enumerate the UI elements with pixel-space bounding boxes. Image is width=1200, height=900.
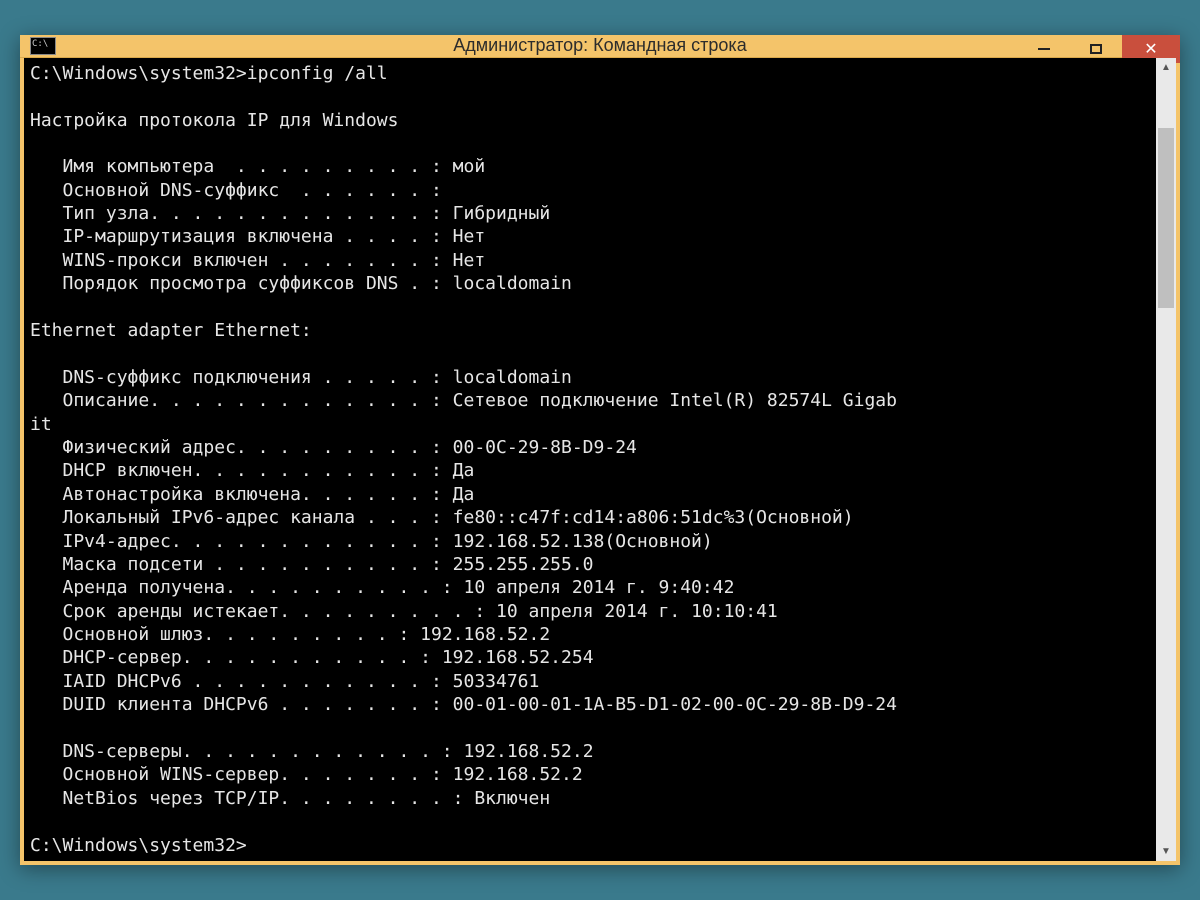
field-label: DNS-серверы. . . . . . . . . . . . : [30,741,463,762]
field-label: Маска подсети . . . . . . . . . . : [30,554,453,575]
field-value: Нет [453,250,486,271]
field-value: it [30,414,52,435]
terminal-output[interactable]: C:\Windows\system32>ipconfig /all Настро… [24,58,1156,861]
field-value: 192.168.52.2 [463,741,593,762]
field-label: DHCP-сервер. . . . . . . . . . . : [30,647,442,668]
field-label: Основной DNS-суффикс . . . . . . : [30,180,453,201]
field-label: WINS-прокси включен . . . . . . . : [30,250,453,271]
field-value: 10 апреля 2014 г. 10:10:41 [496,601,778,622]
field-label: Локальный IPv6-адрес канала . . . : [30,507,453,528]
field-value: Да [453,484,475,505]
field-label: Описание. . . . . . . . . . . . . : [30,390,453,411]
field-label: DUID клиента DHCPv6 . . . . . . . : [30,694,453,715]
field-value: 00-01-00-01-1A-B5-D1-02-00-0C-29-8B-D9-2… [453,694,897,715]
scroll-down-icon[interactable]: ▼ [1156,841,1176,861]
section-heading: Ethernet adapter Ethernet: [30,320,312,341]
window-title: Администратор: Командная строка [20,35,1180,56]
titlebar[interactable]: Администратор: Командная строка [20,35,1180,58]
field-label: Порядок просмотра суффиксов DNS . : [30,273,453,294]
field-value: Гибридный [453,203,551,224]
cmd-icon[interactable] [30,37,56,55]
field-label: Аренда получена. . . . . . . . . . : [30,577,463,598]
field-value: 192.168.52.2 [420,624,550,645]
field-label: Физический адрес. . . . . . . . . : [30,437,453,458]
field-value: localdomain [453,273,572,294]
prompt: C:\Windows\system32> [30,835,247,856]
client-area: C:\Windows\system32>ipconfig /all Настро… [24,58,1176,861]
field-label: IPv4-адрес. . . . . . . . . . . . : [30,531,453,552]
scroll-thumb[interactable] [1158,128,1174,308]
field-label: Срок аренды истекает. . . . . . . . . : [30,601,496,622]
field-value: Нет [453,226,486,247]
field-value: fe80::c47f:cd14:a806:51dc%3(Основной) [453,507,854,528]
field-value: 255.255.255.0 [453,554,594,575]
field-value: 192.168.52.254 [442,647,594,668]
field-label: DNS-суффикс подключения . . . . . : [30,367,453,388]
prompt: C:\Windows\system32> [30,63,247,84]
field-value: 00-0C-29-8B-D9-24 [453,437,637,458]
command-prompt-window: Администратор: Командная строка C:\Windo… [20,35,1180,865]
field-label: IAID DHCPv6 . . . . . . . . . . . : [30,671,453,692]
field-label: Тип узла. . . . . . . . . . . . . : [30,203,453,224]
field-label: Автонастройка включена. . . . . . : [30,484,453,505]
field-label: DHCP включен. . . . . . . . . . . : [30,460,453,481]
field-label: Основной шлюз. . . . . . . . . : [30,624,420,645]
field-value: Да [453,460,475,481]
field-value: localdomain [453,367,572,388]
vertical-scrollbar[interactable]: ▲ ▼ [1156,58,1176,861]
field-value: мой [453,156,486,177]
field-value: 10 апреля 2014 г. 9:40:42 [463,577,734,598]
field-value: Включен [474,788,550,809]
field-label: Имя компьютера . . . . . . . . . : [30,156,453,177]
command-text: ipconfig /all [247,63,388,84]
scroll-up-icon[interactable]: ▲ [1156,58,1176,78]
field-label: Основной WINS-сервер. . . . . . . : [30,764,453,785]
field-value: 192.168.52.2 [453,764,583,785]
section-heading: Настройка протокола IP для Windows [30,110,398,131]
field-label: IP-маршрутизация включена . . . . : [30,226,453,247]
field-value: 50334761 [453,671,540,692]
field-value: 192.168.52.138(Основной) [453,531,713,552]
field-label: NetBios через TCP/IP. . . . . . . . : [30,788,474,809]
field-value: Сетевое подключение Intel(R) 82574L Giga… [453,390,897,411]
